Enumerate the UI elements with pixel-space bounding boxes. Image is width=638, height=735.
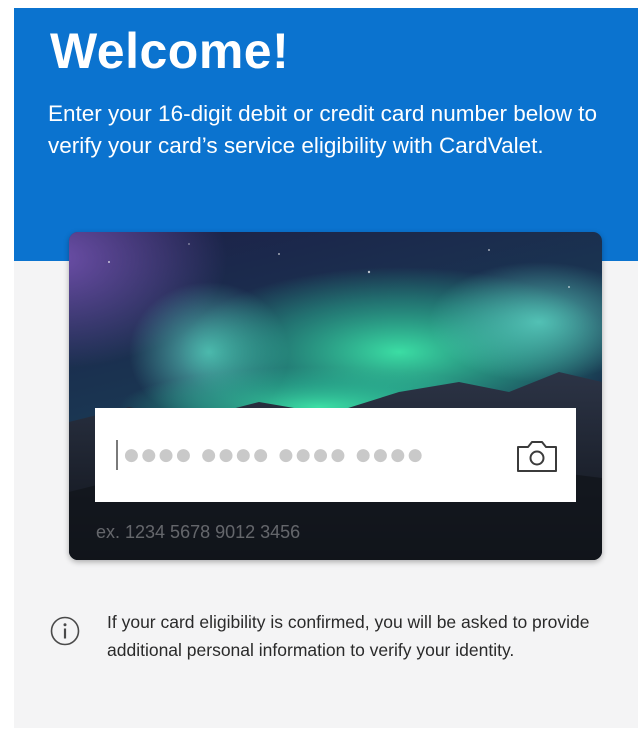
page-title: Welcome! (50, 23, 290, 79)
text-cursor (116, 440, 118, 470)
scan-card-button[interactable] (515, 438, 559, 474)
card-illustration: ●●●● ●●●● ●●●● ●●●● ex. 1234 5678 9012 3… (69, 232, 602, 560)
card-number-input[interactable]: ●●●● ●●●● ●●●● ●●●● (95, 408, 576, 502)
card-number-example: ex. 1234 5678 9012 3456 (96, 522, 301, 542)
info-icon (50, 616, 80, 646)
eligibility-notice: If your card eligibility is confirmed, y… (107, 612, 590, 660)
welcome-header: Welcome! Enter your 16-digit debit or cr… (14, 8, 638, 261)
aurora-background-image (69, 232, 602, 560)
camera-icon (517, 441, 557, 472)
card-number-placeholder: ●●●● ●●●● ●●●● ●●●● (124, 445, 426, 465)
app-screen: Welcome! Enter your 16-digit debit or cr… (14, 8, 638, 728)
intro-text: Enter your 16-digit debit or credit card… (48, 101, 598, 158)
